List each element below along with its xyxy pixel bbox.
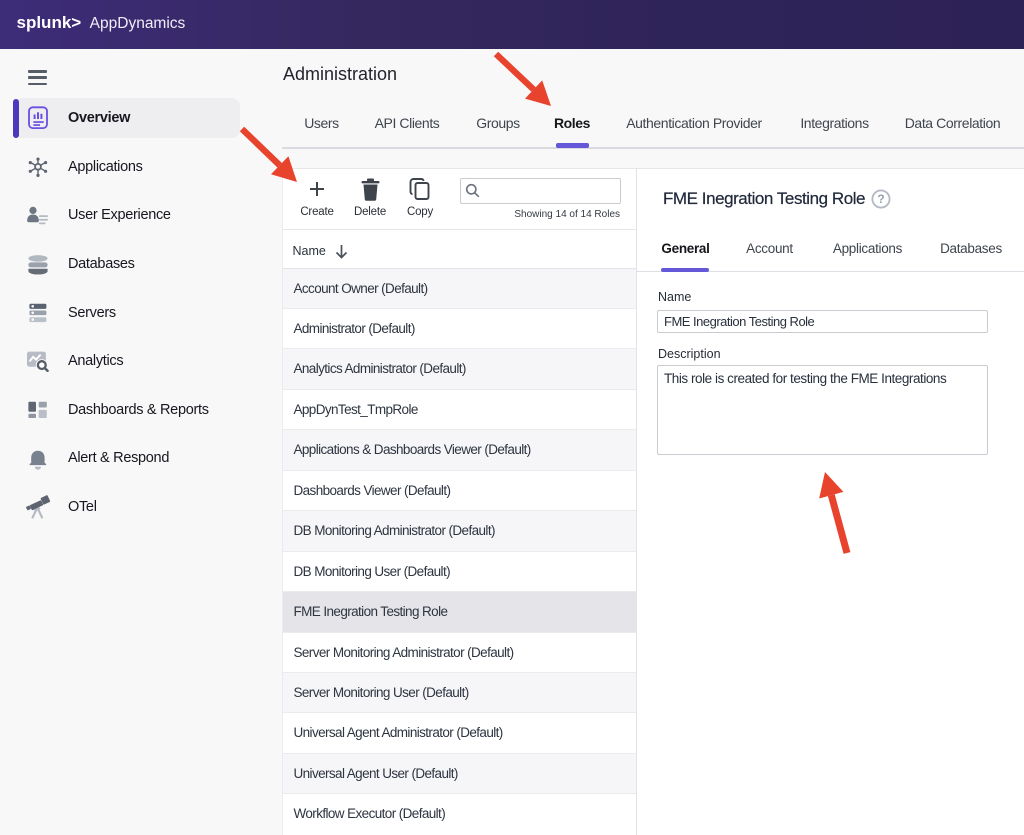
svg-text:?: ?	[877, 192, 884, 206]
